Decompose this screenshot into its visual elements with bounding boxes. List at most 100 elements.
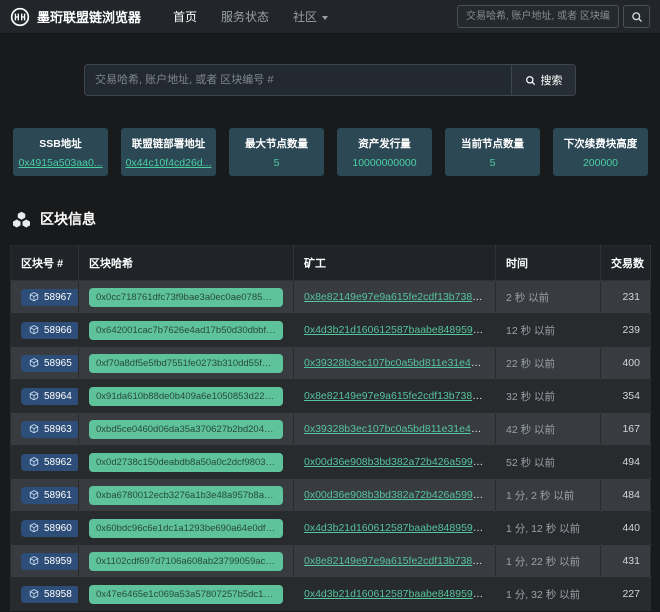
block-number: 58961 [44, 490, 72, 501]
block-hash-pill[interactable]: 0x642001cac7b7626e4ad17b50d30dbbf6d54939… [89, 321, 283, 340]
tx-count: 440 [601, 512, 651, 545]
block-time: 1 分, 22 秒 以前 [496, 545, 601, 578]
brand-title: 墨珩联盟链浏览器 [37, 7, 141, 26]
table-row: 58961 0xba6780012ecb3276a1b3e48a957b8a1c… [11, 479, 651, 512]
cube-icon [29, 589, 39, 599]
stat-label: 最大节点数量 [229, 136, 324, 151]
stat-card-ssb-address: SSB地址 0x4915a503aa0... [13, 128, 108, 176]
block-number-badge[interactable]: 58960 [21, 520, 79, 537]
block-number: 58964 [44, 391, 72, 402]
block-number: 58958 [44, 589, 72, 600]
tx-count: 167 [601, 413, 651, 446]
cube-icon [29, 358, 39, 368]
deploy-address-link[interactable]: 0x44c10f4cd26d... [121, 157, 216, 169]
col-header-block-number: 区块号 # [11, 246, 79, 281]
col-header-tx-count: 交易数 [601, 246, 651, 281]
hero-search-button-label: 搜索 [541, 72, 563, 88]
miner-link[interactable]: 0x39328b3ec107bc0a5bd811e31e46c295e24053… [304, 423, 496, 435]
nav-service-status[interactable]: 服务状态 [211, 2, 279, 31]
stat-card-current-nodes: 当前节点数量 5 [445, 128, 540, 176]
block-hash-pill[interactable]: 0x91da610b88de0b409a6e1050853d22fd2f1db0… [89, 387, 283, 406]
miner-link[interactable]: 0x8e82149e97e9a615fe2cdf13b7385708db1e05… [304, 291, 496, 303]
block-number-badge[interactable]: 58967 [21, 289, 79, 306]
block-number: 58960 [44, 523, 72, 534]
block-number-badge[interactable]: 58966 [21, 322, 79, 339]
chevron-down-icon [322, 16, 328, 20]
miner-link[interactable]: 0x39328b3ec107bc0a5bd811e31e46c295e24053… [304, 357, 496, 369]
cube-icon [29, 457, 39, 467]
block-number-badge[interactable]: 58965 [21, 355, 79, 372]
block-time: 1 分, 12 秒 以前 [496, 512, 601, 545]
miner-link[interactable]: 0x00d36e908b3bd382a72b426a5994ac248267b7… [304, 456, 496, 468]
hero-search-input[interactable] [85, 65, 511, 95]
cube-icon [29, 556, 39, 566]
blocks-section-header: 区块信息 [12, 209, 648, 229]
block-time: 1 分, 32 秒 以前 [496, 578, 601, 611]
block-number: 58962 [44, 457, 72, 468]
brand-logo-icon [10, 7, 30, 27]
next-renewal-height-value: 200000 [553, 157, 648, 169]
stat-card-next-renewal-height: 下次续费块高度 200000 [553, 128, 648, 176]
cube-icon [29, 391, 39, 401]
table-row: 58966 0x642001cac7b7626e4ad17b50d30dbbf6… [11, 314, 651, 347]
cube-icon [29, 490, 39, 500]
main-nav: 首页 服务状态 社区 [163, 2, 338, 31]
block-number-badge[interactable]: 58961 [21, 487, 79, 504]
stat-label: 下次续费块高度 [553, 136, 648, 151]
nav-community-dropdown[interactable]: 社区 [283, 2, 338, 31]
block-time: 32 秒 以前 [496, 380, 601, 413]
block-number: 58966 [44, 325, 72, 336]
search-icon [525, 75, 536, 86]
block-number-badge[interactable]: 58959 [21, 553, 79, 570]
tx-count: 231 [601, 281, 651, 314]
cube-icon [29, 325, 39, 335]
block-hash-pill[interactable]: 0x47e6465e1c069a53a57807257b5dc192513d4d… [89, 585, 283, 604]
max-nodes-value: 5 [229, 157, 324, 169]
blockchain-explorer-page: 墨珩联盟链浏览器 首页 服务状态 社区 [0, 0, 660, 611]
block-number-badge[interactable]: 58958 [21, 586, 79, 603]
block-hash-pill[interactable]: 0x60bdc96c6e1dc1a1293be690a64e0df400df39… [89, 519, 283, 538]
block-hash-pill[interactable]: 0x1102cdf697d7106a608ab23799059aca42fdb2… [89, 552, 283, 571]
miner-link[interactable]: 0x8e82149e97e9a615fe2cdf13b7385708db1e05… [304, 390, 496, 402]
ssb-address-link[interactable]: 0x4915a503aa0... [13, 157, 108, 169]
col-header-block-hash: 区块哈希 [79, 246, 294, 281]
cube-icon [29, 292, 39, 302]
block-time: 1 分, 2 秒 以前 [496, 479, 601, 512]
tx-count: 431 [601, 545, 651, 578]
miner-link[interactable]: 0x4d3b21d160612587baabe848959c327e195e46… [304, 522, 496, 534]
cubes-icon [12, 211, 31, 228]
miner-link[interactable]: 0x4d3b21d160612587baabe848959c327e195e46… [304, 324, 496, 336]
search-icon [631, 11, 643, 23]
block-number-badge[interactable]: 58963 [21, 421, 79, 438]
block-time: 2 秒 以前 [496, 281, 601, 314]
cube-icon [29, 424, 39, 434]
block-number: 58963 [44, 424, 72, 435]
block-time: 12 秒 以前 [496, 314, 601, 347]
table-row: 58959 0x1102cdf697d7106a608ab23799059aca… [11, 545, 651, 578]
navbar-search [457, 5, 650, 28]
block-number-badge[interactable]: 58964 [21, 388, 79, 405]
asset-issuance-value: 10000000000 [337, 157, 432, 169]
block-hash-pill[interactable]: 0x0cc718761dfc73f9bae3a0ec0ae07856d121fe… [89, 288, 283, 307]
block-number-badge[interactable]: 58962 [21, 454, 79, 471]
navbar-search-button[interactable] [623, 5, 650, 28]
miner-link[interactable]: 0x00d36e908b3bd382a72b426a5994ac248267b7… [304, 489, 496, 501]
block-hash-pill[interactable]: 0xba6780012ecb3276a1b3e48a957b8a1cd6e7f1… [89, 486, 283, 505]
stat-card-deploy-address: 联盟链部署地址 0x44c10f4cd26d... [121, 128, 216, 176]
navbar-search-input[interactable] [457, 5, 619, 28]
nav-community-label: 社区 [293, 8, 317, 25]
nav-home[interactable]: 首页 [163, 2, 207, 31]
tx-count: 227 [601, 578, 651, 611]
stats-row: SSB地址 0x4915a503aa0... 联盟链部署地址 0x44c10f4… [13, 128, 648, 176]
block-hash-pill[interactable]: 0xf70a8df5e5fbd7551fe0273b310dd55f05552e… [89, 354, 283, 373]
stat-card-max-nodes: 最大节点数量 5 [229, 128, 324, 176]
block-hash-pill[interactable]: 0xbd5ce0460d06da35a370627b2bd20412470aad… [89, 420, 283, 439]
miner-link[interactable]: 0x8e82149e97e9a615fe2cdf13b7385708db1e05… [304, 555, 496, 567]
block-number: 58959 [44, 556, 72, 567]
brand[interactable]: 墨珩联盟链浏览器 [10, 7, 141, 27]
stat-label: 当前节点数量 [445, 136, 540, 151]
miner-link[interactable]: 0x4d3b21d160612587baabe848959c327e195e46… [304, 588, 496, 600]
block-number: 58967 [44, 292, 72, 303]
hero-search-button[interactable]: 搜索 [511, 65, 575, 95]
block-hash-pill[interactable]: 0x0d2738c150deabdb8a50a0c2dcf9803131838b… [89, 453, 283, 472]
